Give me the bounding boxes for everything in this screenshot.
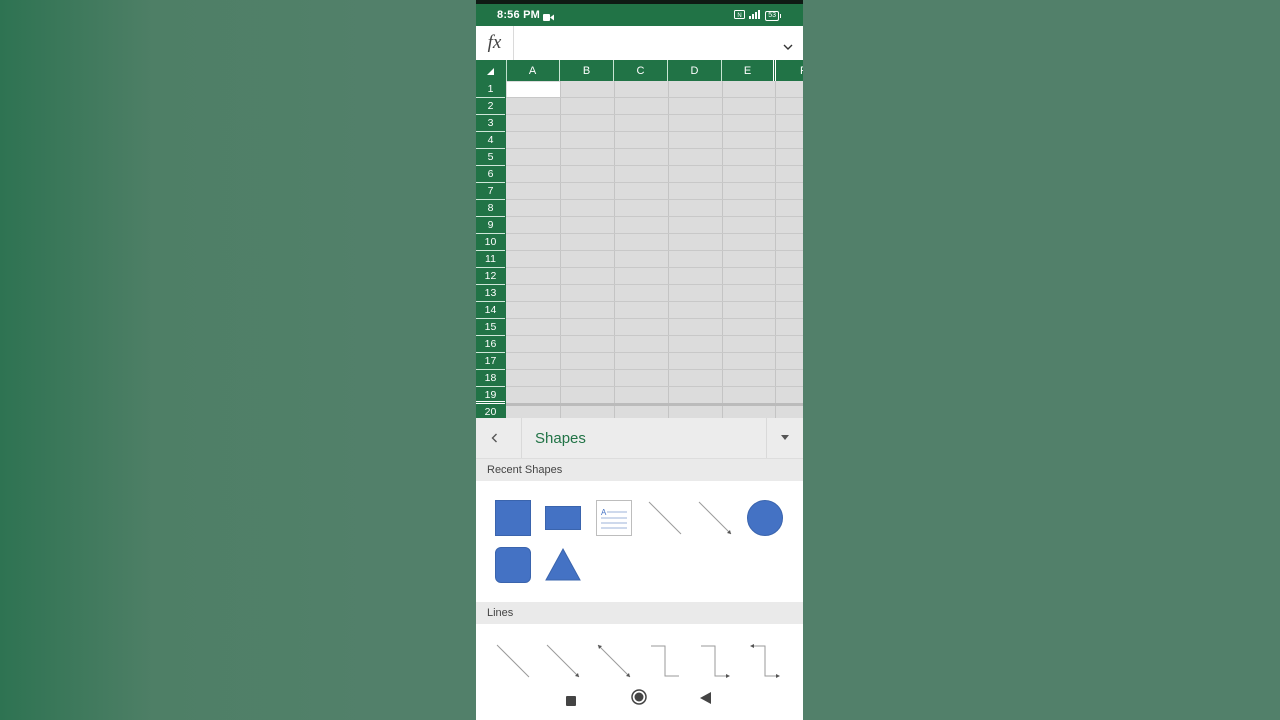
column-header-f[interactable]: F [776,60,803,81]
back-button[interactable] [476,418,522,458]
gridline [506,369,803,370]
row-header-5[interactable]: 5 [476,149,505,166]
chevron-down-icon[interactable] [783,38,793,56]
gridline [506,250,803,251]
shapes-panel-header: Shapes [476,418,803,459]
formula-input[interactable] [514,26,774,60]
column-header-c[interactable]: C [614,60,668,81]
svg-text:A: A [601,508,607,517]
gridline [506,284,803,285]
oval-shape[interactable] [747,500,783,536]
gridline [506,318,803,319]
recent-shapes-label: Recent Shapes [476,459,803,481]
battery-level: 53 [765,11,779,21]
row-header-13[interactable]: 13 [476,285,505,302]
column-header-a[interactable]: A [506,60,560,81]
home-icon[interactable] [631,689,647,710]
line-shape[interactable] [647,500,683,541]
row-header-9[interactable]: 9 [476,217,505,234]
column-header-e[interactable]: E [722,60,776,81]
column-header-b[interactable]: B [560,60,614,81]
gridline [506,267,803,268]
gridline [506,199,803,200]
row-header-3[interactable]: 3 [476,115,505,132]
select-all-button[interactable] [476,60,507,81]
shapes-dropdown-button[interactable] [766,418,803,458]
cell-area[interactable] [506,81,803,418]
gridline [506,182,803,183]
chevron-left-icon [491,433,497,443]
row-header-17[interactable]: 17 [476,353,505,370]
gridline [506,165,803,166]
row-header-2[interactable]: 2 [476,98,505,115]
row-header-8[interactable]: 8 [476,200,505,217]
formula-bar: fx [476,26,803,61]
row-header-19[interactable]: 19 [476,387,505,404]
rounded-rectangle-shape[interactable] [495,547,531,583]
spreadsheet-grid[interactable]: A B C D E F 1 2 3 4 5 6 7 8 9 10 11 12 1… [476,60,803,418]
nfc-icon: N [734,10,746,22]
navigation-bar [476,678,803,720]
gridline [506,386,803,387]
gridline [506,335,803,336]
status-bar: 8:56 PM N 53 [476,4,803,26]
fx-label[interactable]: fx [476,26,514,60]
row-header-12[interactable]: 12 [476,268,505,285]
row-header-7[interactable]: 7 [476,183,505,200]
row-header-15[interactable]: 15 [476,319,505,336]
gridline [506,131,803,132]
gridline [506,114,803,115]
shapes-title: Shapes [535,430,586,447]
signal-icon [749,10,761,22]
video-camera-icon [543,12,554,24]
battery-icon: 53 [765,11,781,21]
svg-text:N: N [738,13,742,19]
gridline [506,148,803,149]
caret-down-icon [781,435,789,440]
phone-screen: 8:56 PM N 53 fx A B C D E 1 2 3 4 5 6 7 … [476,0,803,720]
row-header-10[interactable]: 10 [476,234,505,251]
text-box-shape[interactable]: A [596,500,632,541]
row-header-column: 1 2 3 4 5 6 7 8 9 10 11 12 13 14 15 16 1… [476,81,506,418]
square-shape[interactable] [495,500,531,536]
row-header-18[interactable]: 18 [476,370,505,387]
gridline [506,233,803,234]
arrow-line-shape[interactable] [697,500,733,541]
column-header-d[interactable]: D [668,60,722,81]
active-cell-a1[interactable] [507,82,560,97]
status-icons: N 53 [734,10,781,22]
rectangle-shape[interactable] [545,506,581,530]
triangle-shape[interactable] [545,547,581,588]
row-header-4[interactable]: 4 [476,132,505,149]
row-header-11[interactable]: 11 [476,251,505,268]
gridline [506,403,803,406]
status-time: 8:56 PM [497,9,540,21]
row-header-6[interactable]: 6 [476,166,505,183]
gridline [506,216,803,217]
back-icon[interactable] [700,691,711,709]
gridline [506,97,803,98]
row-header-16[interactable]: 16 [476,336,505,353]
row-header-14[interactable]: 14 [476,302,505,319]
column-header-row: A B C D E F [476,60,803,81]
stop-icon[interactable] [566,693,576,711]
lines-label: Lines [476,602,803,624]
row-header-1[interactable]: 1 [476,81,505,98]
gridline [506,352,803,353]
gridline [506,301,803,302]
